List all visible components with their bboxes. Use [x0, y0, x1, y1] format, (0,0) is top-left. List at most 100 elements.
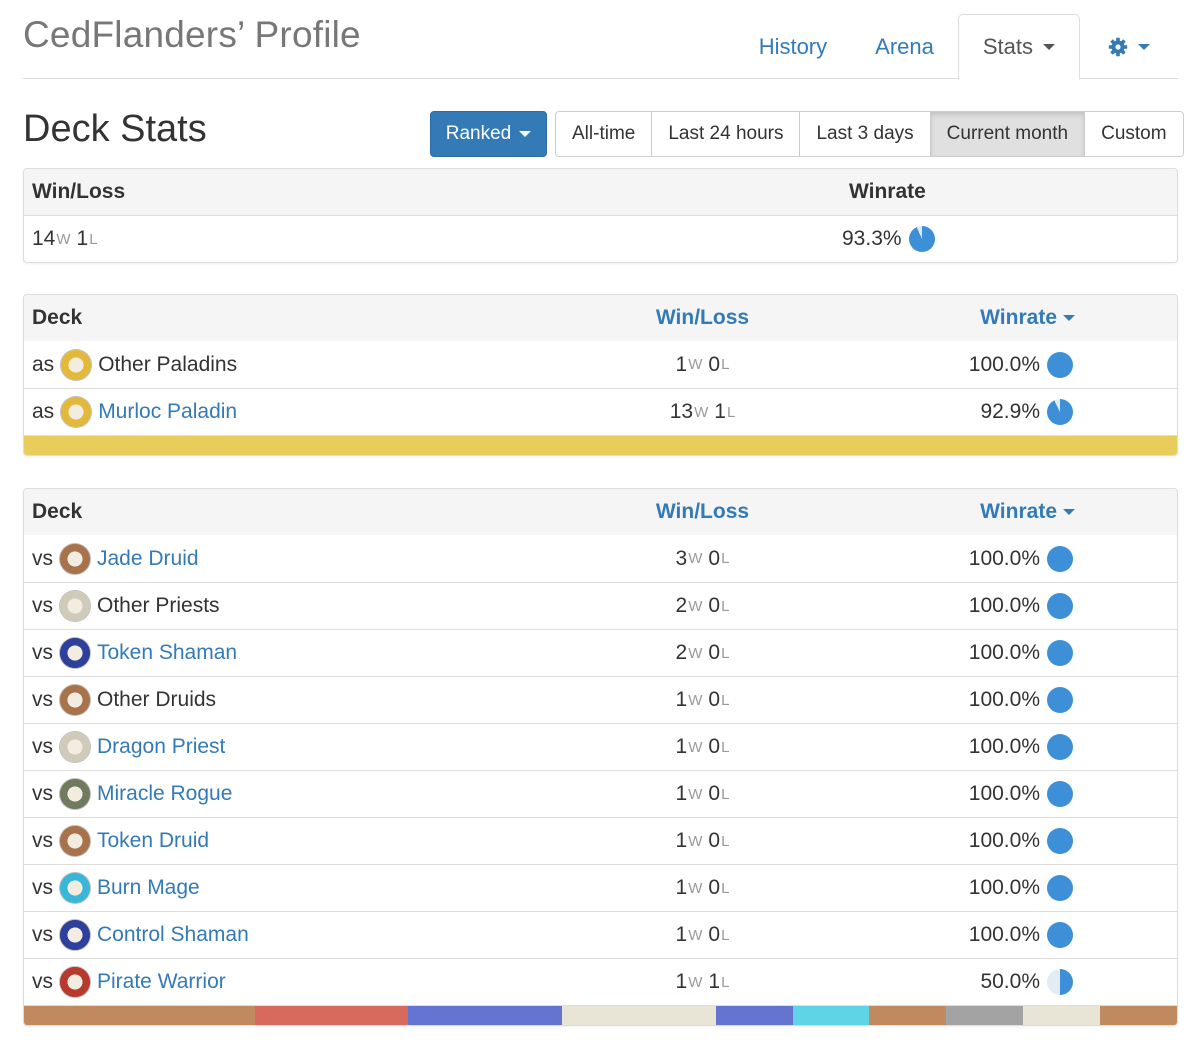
losses-count: 0 [708, 688, 721, 711]
winrate-cell: 100.0% [969, 677, 1073, 723]
losses-suffix: L [721, 597, 730, 615]
time-range-filter: All-time Last 24 hours Last 3 days Curre… [555, 111, 1184, 157]
winrate-header-label: Winrate [980, 306, 1057, 329]
deck-row: vs Dragon Priest 1 W 0 L 100.0% [24, 723, 1177, 770]
losses-suffix: L [721, 550, 730, 567]
summary-header-row: Win/Loss Winrate [24, 169, 1177, 215]
own-decks-panel: Deck Win/Loss Winrate as Other Paladins 1 W… [23, 294, 1178, 456]
deck-stats-title: Deck Stats [23, 108, 207, 150]
nav-tab-label: Arena [875, 33, 934, 59]
mode-dropdown-label: Ranked [445, 123, 512, 144]
deck-row: vs Jade Druid 3 W 0 L 100.0% [24, 535, 1177, 582]
mode-dropdown-button[interactable]: Ranked [430, 111, 547, 157]
nav-tab-history[interactable]: History [735, 14, 851, 79]
winrate-cell: 92.9% [980, 389, 1073, 435]
winrate-cell: 100.0% [969, 771, 1073, 817]
winrate-value: 100.0% [968, 829, 1040, 852]
filter-custom-button[interactable]: Custom [1085, 112, 1183, 156]
wins-suffix: W [688, 691, 703, 709]
wins-suffix: W [688, 597, 703, 615]
wins-count: 3 [675, 546, 688, 570]
wins-suffix: W [688, 973, 703, 991]
filter-all-time-button[interactable]: All-time [556, 112, 653, 156]
winrate-pie-icon [1047, 875, 1073, 901]
winrate-pie-icon [1047, 828, 1073, 854]
losses-count: 0 [708, 594, 721, 617]
wins-count: 1 [675, 782, 688, 805]
wins-suffix: W [688, 785, 703, 803]
winrate-value: 100.0% [968, 352, 1040, 376]
caret-down-icon [519, 131, 532, 137]
losses-suffix: L [721, 832, 730, 850]
winrate-sort-header[interactable]: Winrate [980, 295, 1075, 341]
settings-dropdown[interactable] [1080, 14, 1178, 79]
winrate-value: 100.0% [968, 876, 1040, 899]
caret-down-icon [1043, 44, 1055, 50]
gear-icon [1108, 37, 1128, 56]
distribution-segment [254, 1006, 409, 1025]
deck-row: vs Pirate Warrior 1 W 1 L 50.0% [24, 958, 1177, 1005]
winrate-cell: 100.0% [969, 912, 1073, 958]
wins-suffix: W [688, 550, 703, 567]
filter-label: All-time [572, 123, 636, 144]
winrate-cell: 100.0% [969, 865, 1073, 911]
page-title: CedFlanders’ Profile [23, 14, 361, 55]
winrate-pie-icon [1047, 734, 1073, 760]
distribution-segment [1100, 1006, 1177, 1025]
winrate-value: 100.0% [968, 594, 1040, 617]
winrate-cell: 100.0% [969, 724, 1073, 770]
losses-suffix: L [721, 973, 730, 991]
own-decks-rows: as Other Paladins 1 W 0 L 100.0% as Murloc Palad… [24, 341, 1177, 435]
deck-row: vs Burn Mage 1 W 0 L 100.0% [24, 864, 1177, 911]
wins-suffix: W [688, 832, 703, 850]
caret-down-icon [1138, 43, 1150, 50]
winrate-pie-icon [1047, 781, 1073, 807]
profile-header: CedFlanders’ Profile History Arena Stats [23, 0, 1178, 80]
summary-winrate: 93.3% [842, 216, 935, 262]
deck-row: vs Control Shaman 1 W 0 L 100.0% [24, 911, 1177, 958]
losses-count: 0 [708, 546, 721, 570]
wins-count: 1 [675, 829, 688, 852]
deck-row: vs Other Priests 2 W 0 L 100.0% [24, 582, 1177, 629]
opponent-decks-rows: vs Jade Druid 3 W 0 L 100.0% vs Other Priests 2 W 0… [24, 535, 1177, 1005]
filter-current-month-button[interactable]: Current month [930, 112, 1086, 156]
wins-count: 1 [675, 735, 688, 758]
losses-suffix: L [726, 403, 736, 421]
nav-tab-arena[interactable]: Arena [851, 14, 958, 79]
wins-suffix: W [688, 879, 703, 897]
losses-count: 0 [708, 876, 721, 899]
filter-last-3-days-button[interactable]: Last 3 days [800, 112, 931, 156]
nav-tab-label: History [758, 33, 828, 59]
wins-count: 2 [675, 641, 688, 664]
wins-count: 1 [675, 352, 688, 376]
losses-suffix: L [721, 785, 730, 803]
winrate-cell: 100.0% [969, 583, 1073, 629]
wins-count: 13 [669, 400, 694, 423]
nav-tab-stats[interactable]: Stats [957, 14, 1080, 80]
deck-row: as Other Paladins 1 W 0 L 100.0% [24, 341, 1177, 388]
winloss-header-label: Win/Loss [655, 306, 750, 329]
winrate-cell: 100.0% [969, 630, 1073, 676]
deck-row: vs Token Shaman 2 W 0 L 100.0% [24, 629, 1177, 676]
winrate-value: 100.0% [968, 546, 1040, 570]
winrate-value: 100.0% [968, 782, 1040, 805]
winrate-cell: 100.0% [969, 818, 1073, 864]
wins-count: 2 [675, 594, 688, 617]
winrate-value: 100.0% [968, 735, 1040, 758]
winrate-value: 100.0% [968, 688, 1040, 711]
distribution-segment [408, 1006, 562, 1025]
losses-suffix: L [721, 644, 730, 662]
winrate-cell: 100.0% [969, 341, 1073, 388]
nav-tab-label: Stats [982, 34, 1033, 59]
wins-count: 1 [675, 970, 688, 993]
winrate-pie-icon [1047, 545, 1073, 572]
filter-label: Custom [1101, 123, 1167, 144]
losses-count: 0 [708, 782, 721, 805]
summary-winloss: 14 W 1 L [32, 216, 98, 262]
sort-desc-icon [1063, 509, 1075, 515]
filter-last-24-hours-button[interactable]: Last 24 hours [652, 112, 801, 156]
losses-count: 0 [708, 352, 721, 376]
losses-count: 1 [714, 400, 726, 423]
winrate-pie-icon [1047, 969, 1073, 995]
winrate-sort-header[interactable]: Winrate [980, 489, 1075, 535]
